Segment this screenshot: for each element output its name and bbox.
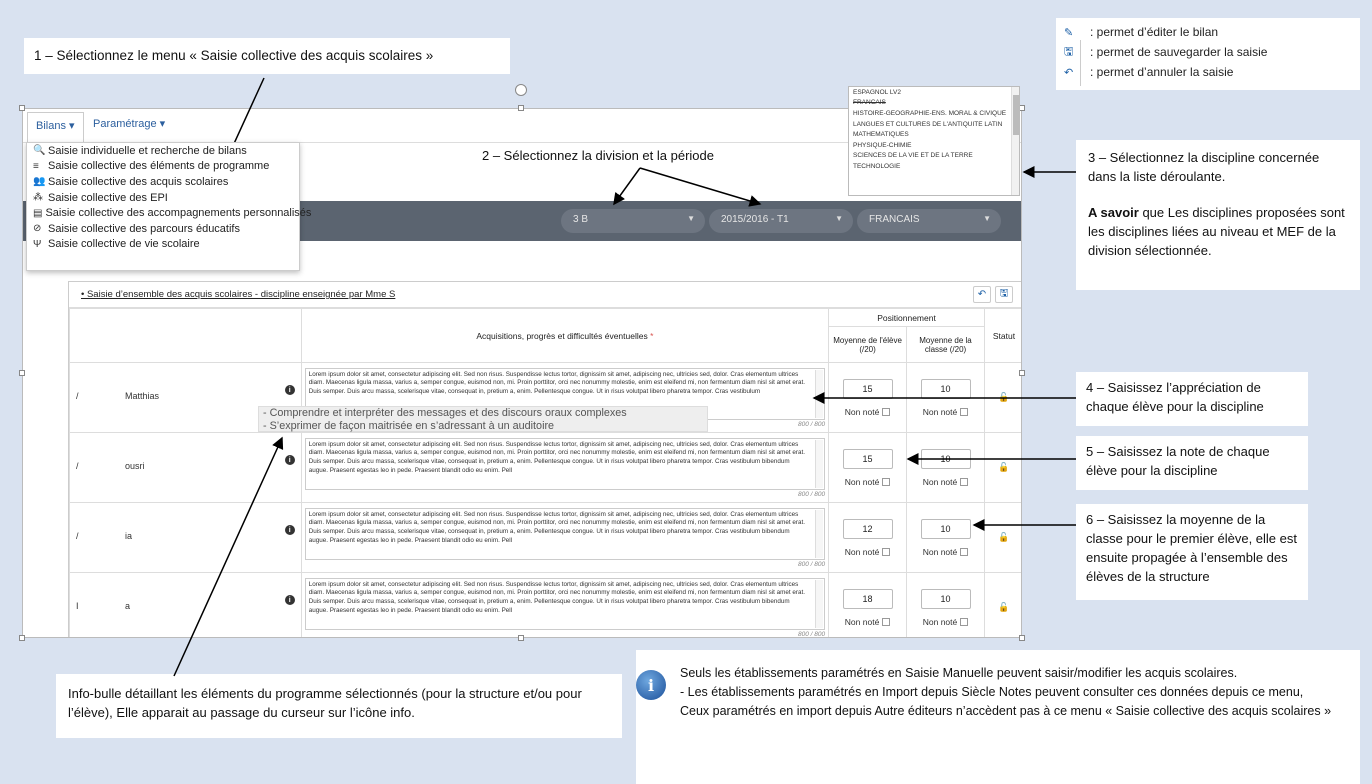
menu-item-label: Saisie collective des parcours éducatifs [48, 222, 240, 235]
menu-item-label: Saisie collective des EPI [48, 191, 168, 204]
cubes-icon: ⁂ [33, 192, 43, 204]
scrollbar-thumb[interactable] [1013, 95, 1019, 135]
discipline-option[interactable]: TECHNOLOGIE [849, 161, 1019, 172]
discipline-option[interactable]: MATHEMATIQUES [849, 129, 1019, 140]
bilans-dropdown-menu: 🔍 Saisie individuelle et recherche de bil… [26, 142, 311, 271]
list-icon: ≡ [33, 160, 39, 172]
arrow-step-2-division [613, 167, 641, 206]
menu-item-epi[interactable]: ⁂ Saisie collective des EPI [27, 190, 299, 206]
menu-item-label: Saisie individuelle et recherche de bila… [48, 144, 247, 157]
menu-item-acquis-scolaires[interactable]: 👥 Saisie collective des acquis scolaires [27, 174, 299, 190]
book-icon: ▤ [33, 207, 43, 219]
program-tooltip: - Comprendre et interpréter des messages… [258, 406, 708, 432]
menu-item-label: Saisie collective de vie scolaire [48, 238, 200, 251]
discipline-option[interactable]: HISTOIRE-GEOGRAPHIE-ENS. MORAL & CIVIQUE [849, 108, 1019, 119]
menu-item-label: Saisie collective des acquis scolaires [48, 175, 229, 188]
menu-item-saisie-individuelle[interactable]: 🔍 Saisie individuelle et recherche de bil… [27, 143, 299, 159]
tooltip-line: - S’exprimer de façon maitrisée en s’adr… [263, 419, 555, 432]
discipline-option[interactable]: ESPAGNOL LV2 [849, 87, 1019, 98]
discipline-dropdown-list: ESPAGNOL LV2 FRANCAIS HISTOIRE-GEOGRAPHI… [848, 86, 1020, 196]
menu-item-vie-scolaire[interactable]: Ψ Saisie collective de vie scolaire [27, 237, 299, 253]
dropdown-scrollbar[interactable] [1011, 87, 1019, 195]
group-icon: 👥 [33, 176, 46, 188]
menu-item-parcours[interactable]: ⊘ Saisie collective des parcours éducatif… [27, 221, 299, 237]
compass-icon: ⊘ [33, 223, 42, 235]
discipline-option[interactable]: LANGUES ET CULTURES DE L'ANTIQUITE LATIN [849, 119, 1019, 130]
menu-item-elements-programme[interactable]: ≡ Saisie collective des éléments de progr… [27, 159, 299, 175]
annotation-arrows [173, 77, 1076, 677]
arrow-tooltip [173, 436, 284, 677]
tooltip-line: - Comprendre et interpréter des messages… [263, 407, 627, 419]
menu-item-accompagnements[interactable]: ▤ Saisie collective des accompagnements p… [27, 205, 311, 221]
discipline-option-selected[interactable]: FRANCAIS [849, 98, 1019, 109]
discipline-option[interactable]: PHYSIQUE-CHIMIE [849, 140, 1019, 151]
arrow-step-2-periode [639, 167, 762, 207]
fork-icon: Ψ [33, 238, 42, 250]
menu-item-label: Saisie collective des éléments de progra… [48, 160, 270, 173]
search-icon: 🔍 [33, 145, 46, 157]
discipline-option[interactable]: SCIENCES DE LA VIE ET DE LA TERRE [849, 151, 1019, 162]
menu-item-label: Saisie collective des accompagnements pe… [45, 207, 312, 220]
